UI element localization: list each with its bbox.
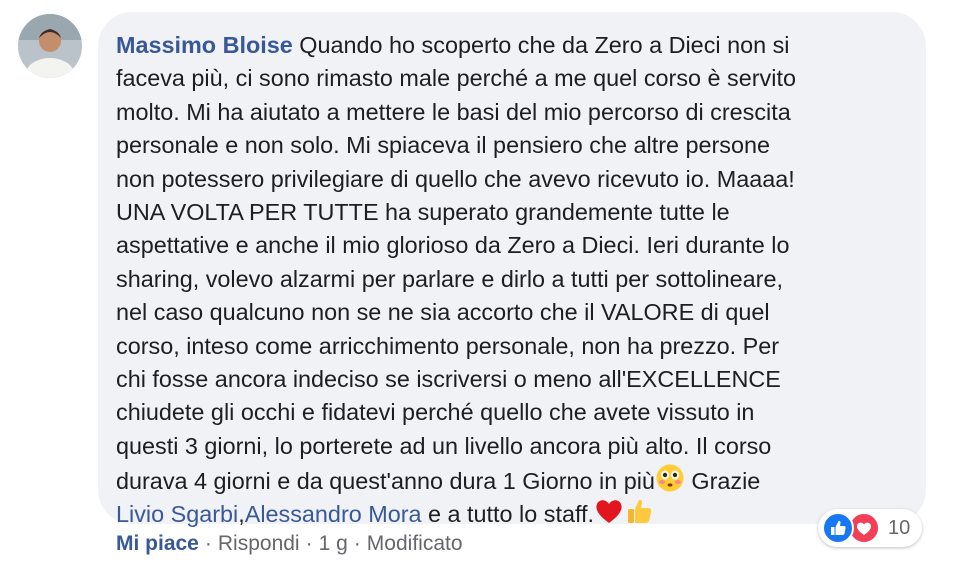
comment-line: corso, inteso come arricchimento persona…	[116, 332, 780, 359]
reactions-summary[interactable]: 10	[818, 509, 922, 547]
separator: ·	[353, 532, 361, 555]
comment-line: UNA VOLTA PER TUTTE ha superato grandeme…	[116, 198, 730, 225]
comment-line: chiudete gli occhi e fidatevi perché que…	[116, 399, 755, 426]
comment-text: Quando ho scoperto che da Zero a Dieci n…	[299, 32, 790, 58]
red-heart-emoji-icon	[594, 496, 624, 535]
comment-line: personale e non solo. Mi spiaceva il pen…	[116, 132, 771, 159]
comment-line: faceva più, ci sono rimasto male perché …	[116, 65, 796, 92]
mention-link[interactable]: Livio Sgarbi	[116, 501, 238, 527]
edited-label[interactable]: Modificato	[367, 532, 463, 555]
comment-text: e a tutto lo staff.	[428, 501, 595, 528]
comment-text: durava 4 giorni e da quest'anno dura 1 G…	[116, 468, 655, 495]
comment-line: Livio Sgarbi,Alessandro Mora e a tutto l…	[116, 496, 916, 529]
mention-link[interactable]: Alessandro Mora	[245, 501, 422, 527]
comment-text: Grazie	[691, 468, 761, 495]
comment-line: aspettative e anche il mio glorioso da Z…	[116, 232, 790, 259]
comment-body: Massimo Bloise Quando ho scoperto che da…	[116, 29, 916, 530]
flushed-face-emoji-icon	[655, 463, 685, 502]
like-button[interactable]: Mi piace	[116, 532, 199, 555]
comment-line: nel caso qualcuno non se ne sia accorto …	[116, 299, 770, 326]
avatar[interactable]	[18, 14, 82, 78]
reaction-count: 10	[888, 517, 911, 539]
comment-line: molto. Mi ha aiutato a mettere le basi d…	[116, 98, 791, 125]
author-name-link[interactable]: Massimo Bloise	[116, 32, 293, 58]
comment-line: durava 4 giorni e da quest'anno dura 1 G…	[116, 463, 916, 496]
comment-actions: Mi piace · Rispondi · 1 g · Modificato	[116, 532, 463, 556]
comment-line: non potessero privilegiare di quello che…	[116, 165, 795, 192]
separator: ·	[305, 532, 313, 555]
timestamp-link[interactable]: 1 g	[319, 532, 348, 555]
like-reaction-icon	[822, 512, 854, 544]
comment-line: Massimo Bloise Quando ho scoperto che da…	[116, 29, 916, 62]
profile-photo-icon	[18, 14, 82, 78]
thumbs-up-emoji-icon	[624, 496, 654, 535]
comment-line: chi fosse ancora indeciso se iscriversi …	[116, 365, 781, 392]
separator: ·	[204, 532, 212, 555]
reply-button[interactable]: Rispondi	[218, 532, 300, 555]
comment-line: questi 3 giorni, lo porterete ad un live…	[116, 432, 772, 459]
comment-line: sharing, volevo alzarmi per parlare e di…	[116, 265, 783, 292]
